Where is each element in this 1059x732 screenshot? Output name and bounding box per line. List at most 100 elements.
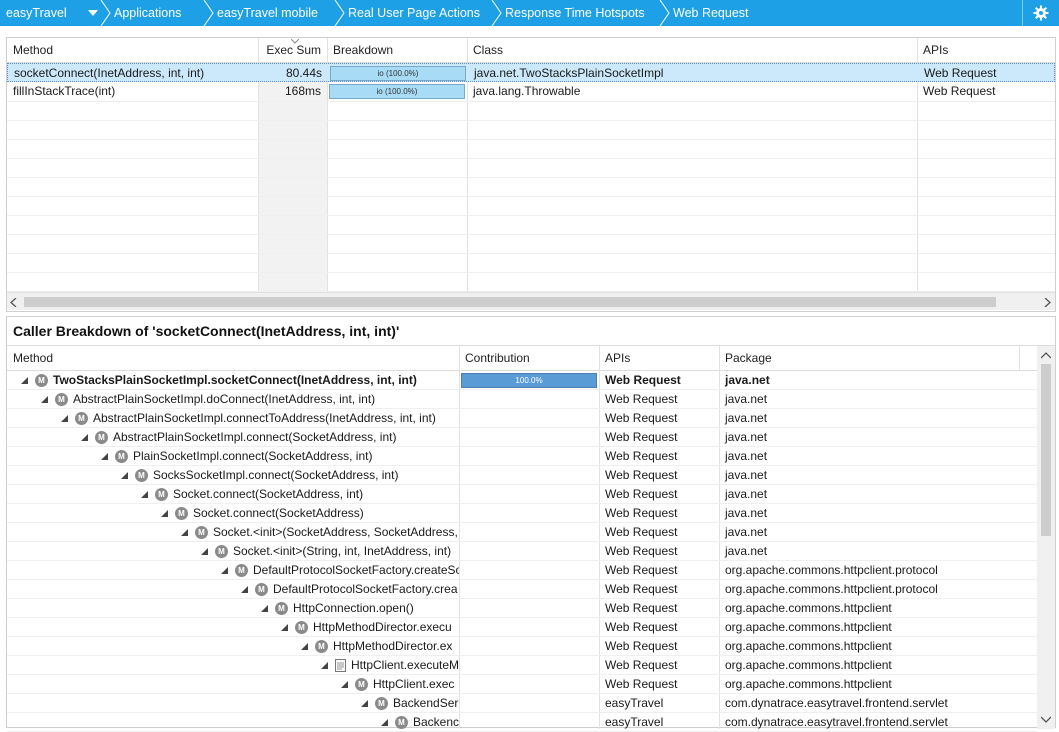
apis-cell: Web Request — [605, 544, 678, 558]
method-cell: M Backenc — [7, 713, 459, 732]
expand-triangle-icon[interactable] — [101, 453, 108, 461]
method-name: BackendSer — [393, 696, 459, 710]
scrollbar-thumb[interactable] — [24, 297, 996, 307]
expand-triangle-icon[interactable] — [241, 586, 248, 594]
tree-row[interactable]: HttpClient.executeM Web Request org.apache… — [7, 656, 1037, 675]
document-icon — [335, 659, 346, 673]
method-name: Socket.connect(SocketAddress, int) — [173, 487, 364, 501]
expand-triangle-icon[interactable] — [21, 377, 28, 385]
tree-row[interactable]: M DefaultProtocolSocketFactory.createSo We… — [7, 561, 1037, 580]
expand-triangle-icon[interactable] — [121, 472, 128, 480]
column-header-apis[interactable]: APIs — [917, 38, 1055, 62]
expand-triangle-icon[interactable] — [261, 605, 268, 613]
method-cell: M Socket.<init>(String, int, InetAddress,… — [7, 542, 459, 561]
tree-row[interactable]: M Backenc easyTravel com.dynatrace.easytrav… — [7, 713, 1037, 732]
tree-row[interactable]: M DefaultProtocolSocketFactory.crea Web Re… — [7, 580, 1037, 599]
scroll-down-icon[interactable] — [1041, 716, 1051, 723]
method-cell: M HttpMethodDirector.execu — [7, 618, 459, 637]
breadcrumb-item[interactable]: easyTravel mobile — [217, 0, 318, 26]
tree-row[interactable]: M SocksSocketImpl.connect(SocketAddress, … — [7, 466, 1037, 485]
method-icon: M — [175, 507, 188, 521]
tree-row[interactable]: M TwoStacksPlainSocketImpl.socketConnect(… — [7, 371, 1037, 390]
breadcrumb-item[interactable]: Real User Page Actions — [348, 0, 480, 26]
caller-breakdown-panel: Caller Breakdown of 'socketConnect(InetA… — [6, 316, 1056, 732]
dropdown-arrow-icon[interactable] — [86, 6, 100, 20]
method-icon: M — [55, 393, 68, 407]
column-header-method[interactable]: Method — [7, 346, 459, 370]
apis-cell: Web Request — [605, 582, 678, 596]
method-cell: M Socket.connect(SocketAddress, int) — [7, 485, 459, 504]
table-row[interactable]: fillInStackTrace(int) 168ms io (100.0%) … — [7, 82, 1055, 101]
grid-line — [7, 120, 1055, 121]
tree-row[interactable]: M Socket.<init>(SocketAddress, SocketAddr… — [7, 523, 1037, 542]
column-header-breakdown[interactable]: Breakdown — [327, 38, 467, 62]
settings-button[interactable] — [1022, 0, 1059, 26]
tree-row[interactable]: M BackendSer easyTravel com.dynatrace.easyt… — [7, 694, 1037, 713]
breadcrumb-item[interactable]: easyTravel — [6, 0, 67, 26]
horizontal-scrollbar[interactable] — [7, 292, 1055, 310]
scroll-up-icon[interactable] — [1041, 352, 1051, 359]
table-row[interactable]: socketConnect(InetAddress, int, int) 80.… — [7, 63, 1055, 82]
method-name: HttpClient.executeM — [351, 658, 459, 672]
tree-row[interactable]: M Socket.connect(SocketAddress) Web Reques… — [7, 504, 1037, 523]
breadcrumb-item[interactable]: Applications — [114, 0, 181, 26]
apis-cell: Web Request — [605, 411, 678, 425]
tree-row[interactable]: M HttpMethodDirector.ex Web Request org.apa… — [7, 637, 1037, 656]
package-cell: java.net — [725, 525, 768, 539]
column-header-apis[interactable]: APIs — [599, 346, 719, 370]
grid-line — [7, 101, 1055, 102]
tree-row[interactable]: M HttpConnection.open() Web Request org.apa… — [7, 599, 1037, 618]
expand-triangle-icon[interactable] — [281, 624, 288, 632]
expand-triangle-icon[interactable] — [141, 491, 148, 499]
method-cell: M DefaultProtocolSocketFactory.crea — [7, 580, 459, 599]
expand-triangle-icon[interactable] — [301, 643, 308, 651]
expand-triangle-icon[interactable] — [41, 396, 48, 404]
tree-row[interactable]: M AbstractPlainSocketImpl.connectToAddres… — [7, 409, 1037, 428]
method-name: HttpConnection.open() — [293, 601, 414, 615]
gear-icon — [1033, 5, 1049, 21]
breadcrumb-item[interactable]: Web Request — [673, 0, 749, 26]
column-header-method[interactable]: Method — [7, 38, 259, 62]
method-name: PlainSocketImpl.connect(SocketAddress, i… — [133, 449, 373, 463]
tree-row[interactable]: M Socket.connect(SocketAddress, int) Web R… — [7, 485, 1037, 504]
method-icon: M — [195, 526, 208, 540]
column-header-contribution[interactable]: Contribution — [459, 346, 599, 370]
apis-cell: Web Request — [605, 487, 678, 501]
method-name: HttpClient.exec — [373, 677, 455, 691]
expand-triangle-icon[interactable] — [321, 662, 328, 670]
breadcrumb-item[interactable]: Response Time Hotspots — [505, 0, 645, 26]
tree-row[interactable]: M AbstractPlainSocketImpl.doConnect(InetA… — [7, 390, 1037, 409]
column-header-class[interactable]: Class — [467, 38, 917, 62]
expand-triangle-icon[interactable] — [221, 567, 228, 575]
scrollbar-thumb[interactable] — [1041, 364, 1051, 536]
expand-triangle-icon[interactable] — [181, 529, 188, 537]
method-name: HttpMethodDirector.ex — [333, 639, 453, 653]
tree-row[interactable]: M AbstractPlainSocketImpl.connect(SocketA… — [7, 428, 1037, 447]
tree-row[interactable]: M HttpClient.exec Web Request org.apache.co… — [7, 675, 1037, 694]
expand-triangle-icon[interactable] — [361, 700, 368, 708]
apis-cell: Web Request — [605, 639, 678, 653]
method-icon: M — [115, 450, 128, 464]
method-cell: M AbstractPlainSocketImpl.connect(SocketA… — [7, 428, 459, 447]
expand-triangle-icon[interactable] — [81, 434, 88, 442]
expand-triangle-icon[interactable] — [61, 415, 68, 423]
method-cell: M HttpMethodDirector.ex — [7, 637, 459, 656]
expand-triangle-icon[interactable] — [201, 548, 208, 556]
scroll-left-icon[interactable] — [10, 298, 17, 307]
package-cell: java.net — [725, 430, 768, 444]
method-cell: M DefaultProtocolSocketFactory.createSo — [7, 561, 459, 580]
apis-cell: easyTravel — [605, 715, 664, 729]
method-cell: M TwoStacksPlainSocketImpl.socketConnect(… — [7, 371, 459, 390]
tree-row[interactable]: M PlainSocketImpl.connect(SocketAddress, … — [7, 447, 1037, 466]
scroll-right-icon[interactable] — [1044, 298, 1051, 307]
package-cell: java.net — [725, 544, 768, 558]
tree-row[interactable]: M HttpMethodDirector.execu Web Request org.… — [7, 618, 1037, 637]
column-header-package[interactable]: Package — [719, 346, 1019, 370]
tree-row[interactable]: M Socket.<init>(String, int, InetAddress,… — [7, 542, 1037, 561]
breakdown-bar: io (100.0%) — [330, 66, 466, 81]
expand-triangle-icon[interactable] — [341, 681, 348, 689]
expand-triangle-icon[interactable] — [161, 510, 168, 518]
expand-triangle-icon[interactable] — [381, 719, 388, 727]
package-cell: java.net — [725, 468, 768, 482]
vertical-scrollbar[interactable] — [1037, 346, 1055, 729]
